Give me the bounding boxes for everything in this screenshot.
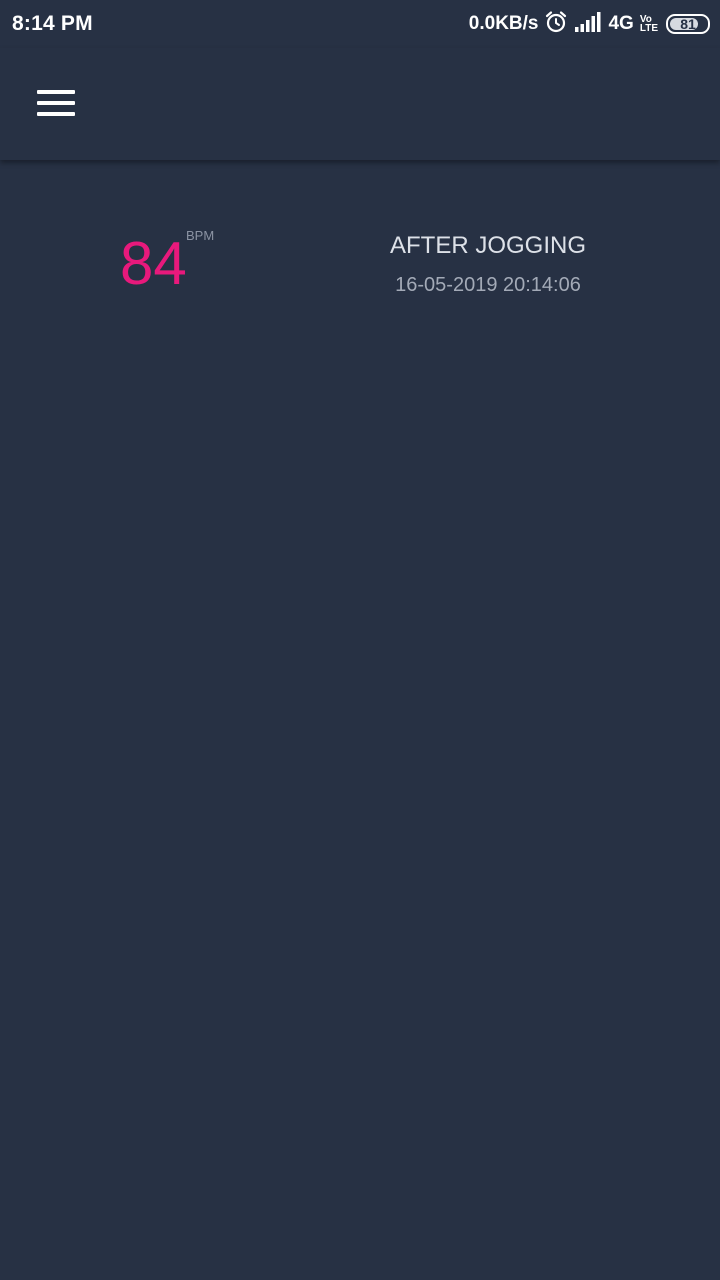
battery-level: 81 — [680, 16, 696, 32]
reading-label: AFTER JOGGING — [389, 232, 586, 259]
reading-timestamp: 16-05-2019 20:14:06 — [395, 274, 581, 296]
volte-bottom: LTE — [639, 23, 658, 34]
menu-bar-middle — [37, 101, 75, 105]
signal-icon — [574, 11, 602, 38]
battery-icon: 81 — [666, 14, 710, 34]
status-time: 8:14 PM — [12, 12, 93, 35]
network-type: 4G — [608, 13, 634, 34]
status-bar: 8:14 PM 0.0KB/s 4G Vo LTE 81 — [0, 0, 720, 48]
alarm-icon — [544, 10, 568, 39]
bpm-unit: BPM — [186, 228, 215, 243]
reading-list-item[interactable]: 84 BPM AFTER JOGGING 16-05-2019 20:14:06 — [0, 200, 720, 320]
screen: 8:14 PM 0.0KB/s 4G Vo LTE 81 84 BPM AFTE… — [0, 0, 720, 1280]
bpm-value: 84 — [120, 230, 187, 297]
volte-icon: Vo LTE — [639, 15, 658, 34]
hamburger-menu-icon[interactable] — [28, 78, 84, 128]
menu-bar-top — [37, 90, 75, 94]
app-bar — [0, 48, 720, 160]
status-icons: 0.0KB/s 4G Vo LTE 81 — [469, 10, 710, 38]
menu-bar-bottom — [37, 112, 75, 116]
net-speed: 0.0KB/s — [468, 13, 539, 34]
